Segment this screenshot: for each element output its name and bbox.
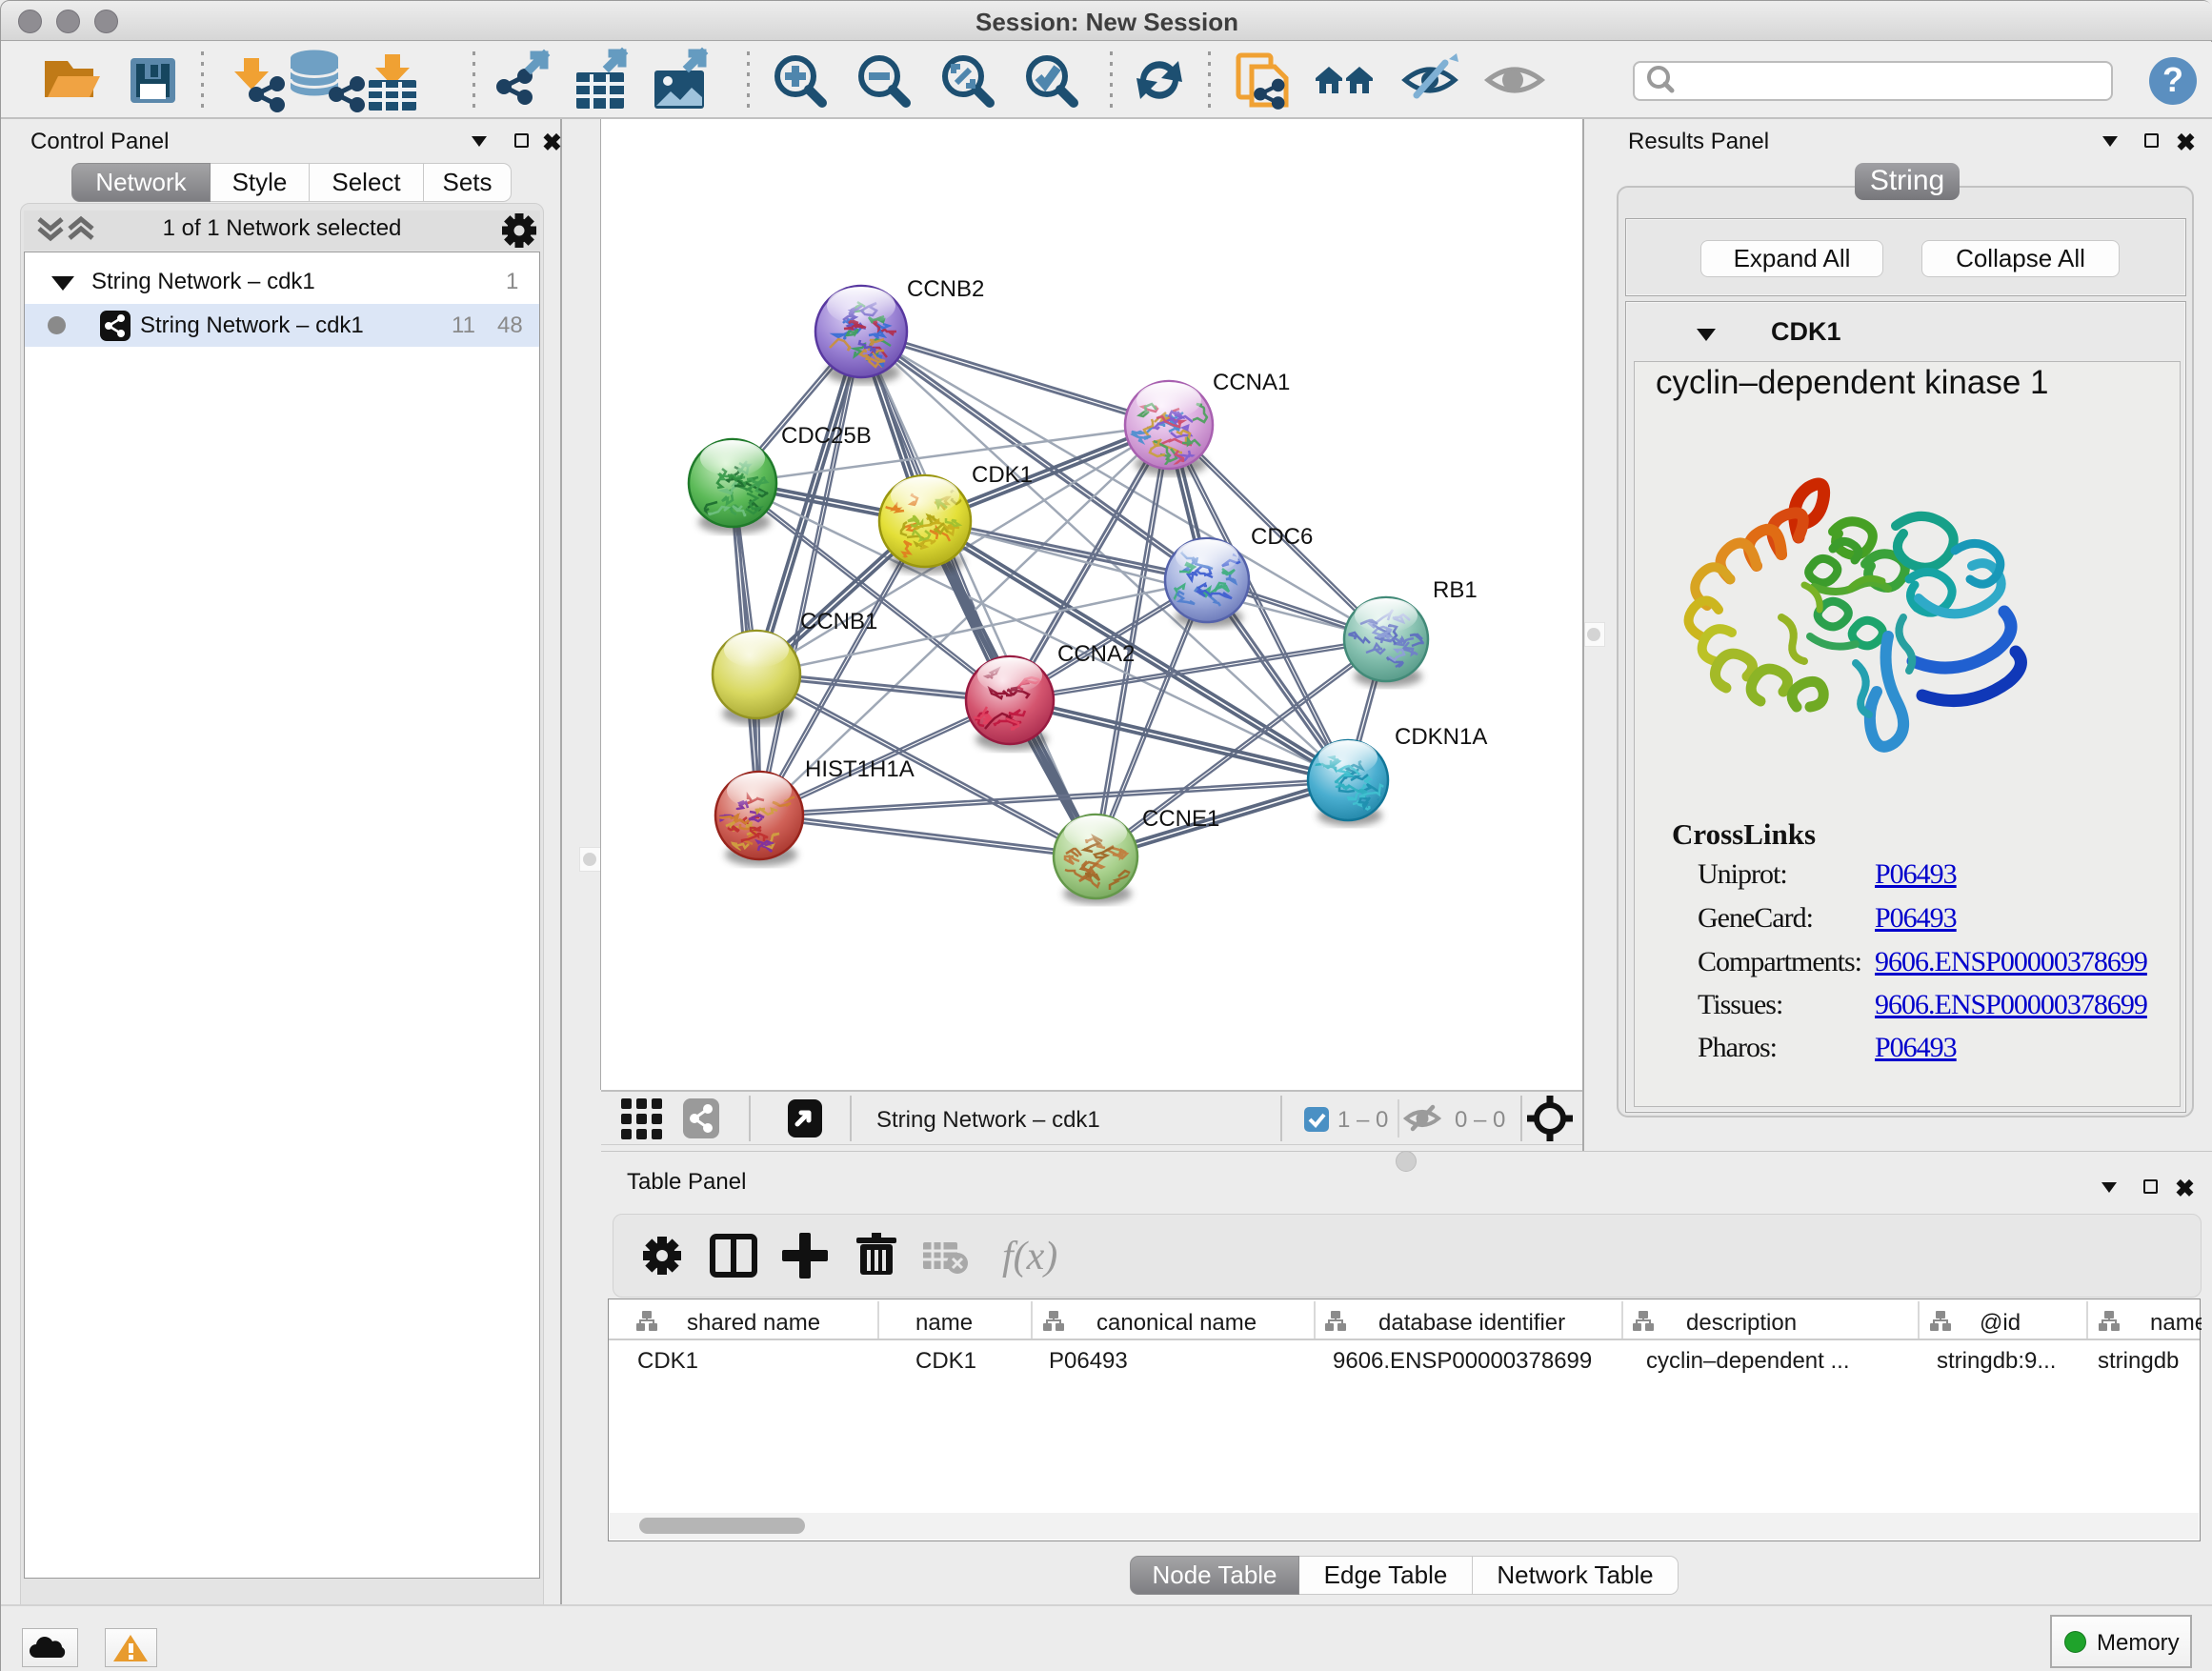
svg-text:0 – 0: 0 – 0 xyxy=(1455,1107,1505,1133)
svg-text:shared name: shared name xyxy=(687,1310,820,1336)
svg-text:canonical name: canonical name xyxy=(1096,1310,1257,1336)
svg-text:1 – 0: 1 – 0 xyxy=(1337,1107,1388,1133)
svg-text:CCNB2: CCNB2 xyxy=(907,276,984,302)
svg-text:CDC25B: CDC25B xyxy=(781,423,872,449)
svg-text:CCNA2: CCNA2 xyxy=(1057,641,1135,667)
svg-text:HIST1H1A: HIST1H1A xyxy=(805,756,915,782)
svg-text:f(x): f(x) xyxy=(1002,1235,1057,1278)
svg-text:CDKN1A: CDKN1A xyxy=(1395,724,1487,750)
svg-text:CCNE1: CCNE1 xyxy=(1142,806,1219,832)
svg-text:description: description xyxy=(1686,1310,1797,1336)
svg-text:namespac: namespac xyxy=(2150,1310,2202,1336)
svg-text:CCNB1: CCNB1 xyxy=(800,609,877,634)
svg-text:RB1: RB1 xyxy=(1433,577,1478,603)
svg-text:CDC6: CDC6 xyxy=(1251,524,1313,550)
svg-text:String Network – cdk1: String Network – cdk1 xyxy=(876,1107,1100,1133)
svg-text:CDK1: CDK1 xyxy=(972,462,1033,488)
svg-text:@id: @id xyxy=(1980,1310,2021,1336)
svg-text:name: name xyxy=(915,1310,973,1336)
svg-text:database identifier: database identifier xyxy=(1378,1310,1565,1336)
svg-text:CCNA1: CCNA1 xyxy=(1213,370,1290,395)
